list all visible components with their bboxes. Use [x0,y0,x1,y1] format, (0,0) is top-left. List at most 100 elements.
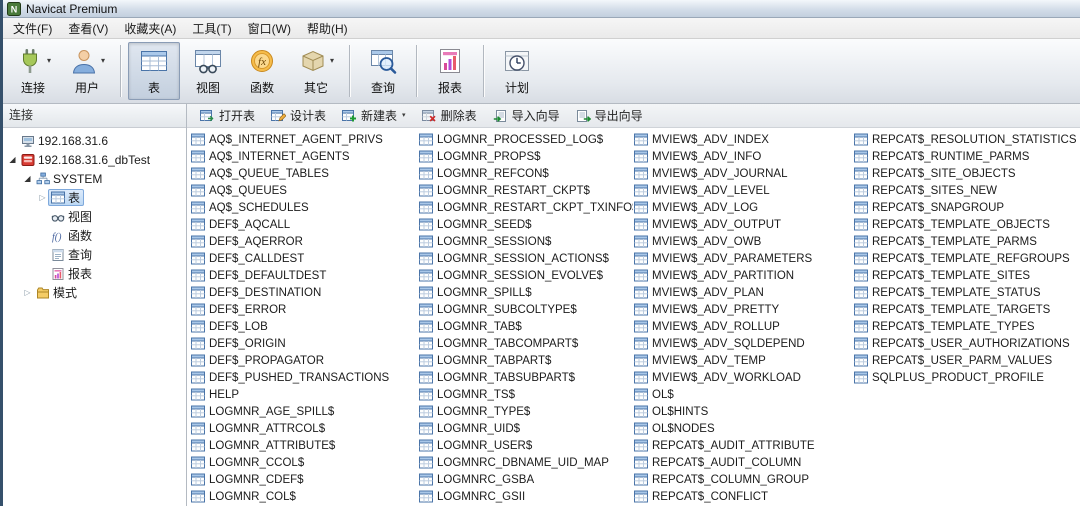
menu-item-view[interactable]: 查看(V) [60,18,116,39]
table-list-item[interactable]: MVIEW$_ADV_TEMP [633,352,853,369]
table-list-item[interactable]: LOGMNR_USER$ [418,437,633,454]
table-toolbar-button-open-table[interactable]: 打开表 [193,105,262,126]
tree-item-reports[interactable]: 报表 [3,264,186,283]
tree-item-tables[interactable]: ▷ 表 [3,188,186,207]
menu-item-favorites[interactable]: 收藏夹(A) [116,18,184,39]
toolbar-button-table[interactable]: 表 [128,42,180,100]
table-list-item[interactable]: LOGMNR_RESTART_CKPT_TXINFO$ [418,199,633,216]
table-list-item[interactable]: MVIEW$_ADV_PARAMETERS [633,250,853,267]
table-toolbar-button-new-table[interactable]: 新建表 ▾ [335,105,413,126]
table-list-item[interactable]: REPCAT$_COLUMN_GROUP [633,471,853,488]
table-list-item[interactable]: LOGMNR_TS$ [418,386,633,403]
table-list-item[interactable]: DEF$_DEFAULTDEST [190,267,418,284]
table-list-item[interactable]: OL$NODES [633,420,853,437]
table-toolbar-button-design-table[interactable]: 设计表 [264,105,333,126]
tree-item-functions[interactable]: f() 函数 [3,226,186,245]
table-list-item[interactable]: DEF$_ORIGIN [190,335,418,352]
toolbar-button-connection[interactable]: ▾ 连接 [7,42,59,100]
table-list-item[interactable]: REPCAT$_USER_AUTHORIZATIONS [853,335,1079,352]
table-list-item[interactable]: MVIEW$_ADV_INFO [633,148,853,165]
table-list-item[interactable]: REPCAT$_TEMPLATE_TYPES [853,318,1079,335]
table-list-item[interactable]: LOGMNR_SEED$ [418,216,633,233]
table-list-item[interactable]: REPCAT$_SNAPGROUP [853,199,1079,216]
table-list-item[interactable]: LOGMNR_ATTRIBUTE$ [190,437,418,454]
table-list-item[interactable]: SQLPLUS_PRODUCT_PROFILE [853,369,1079,386]
table-list-item[interactable]: OL$ [633,386,853,403]
table-list-item[interactable]: REPCAT$_TEMPLATE_STATUS [853,284,1079,301]
dropdown-arrow-icon[interactable]: ▾ [101,57,105,65]
title-bar[interactable]: N Navicat Premium [3,0,1080,18]
table-list-item[interactable]: LOGMNR_UID$ [418,420,633,437]
dropdown-arrow-icon[interactable]: ▾ [47,57,51,65]
table-list-item[interactable]: DEF$_ERROR [190,301,418,318]
table-list-item[interactable]: LOGMNRC_GSII [418,488,633,505]
table-list-item[interactable]: MVIEW$_ADV_OUTPUT [633,216,853,233]
table-list-item[interactable]: REPCAT$_RESOLUTION_STATISTICS [853,131,1079,148]
toolbar-button-query[interactable]: 查询 [357,42,409,100]
table-list-item[interactable]: MVIEW$_ADV_ROLLUP [633,318,853,335]
table-list-item[interactable]: REPCAT$_SITE_OBJECTS [853,165,1079,182]
table-list-item[interactable]: REPCAT$_TEMPLATE_SITES [853,267,1079,284]
table-list-item[interactable]: AQ$_INTERNET_AGENT_PRIVS [190,131,418,148]
toolbar-button-other[interactable]: ▾ 其它 [290,42,342,100]
table-list-item[interactable]: REPCAT$_CONFLICT [633,488,853,505]
table-list-item[interactable]: DEF$_CALLDEST [190,250,418,267]
table-list-item[interactable]: MVIEW$_ADV_INDEX [633,131,853,148]
table-list-item[interactable]: REPCAT$_USER_PARM_VALUES [853,352,1079,369]
table-toolbar-button-delete-table[interactable]: 删除表 [415,105,484,126]
table-list-item[interactable]: LOGMNR_RESTART_CKPT$ [418,182,633,199]
table-list-item[interactable]: DEF$_DESTINATION [190,284,418,301]
table-list-item[interactable]: LOGMNR_SESSION$ [418,233,633,250]
table-list-item[interactable]: MVIEW$_ADV_WORKLOAD [633,369,853,386]
table-list-item[interactable]: LOGMNR_TABCOMPART$ [418,335,633,352]
table-list-item[interactable]: MVIEW$_ADV_OWB [633,233,853,250]
menu-item-tools[interactable]: 工具(T) [184,18,239,39]
table-list-item[interactable]: MVIEW$_ADV_LEVEL [633,182,853,199]
table-list-item[interactable]: LOGMNR_COL$ [190,488,418,505]
tree-expander-icon[interactable]: ◢ [22,174,33,183]
table-list-item[interactable]: MVIEW$_ADV_SQLDEPEND [633,335,853,352]
tree-expander-icon[interactable]: ▷ [37,193,48,202]
dropdown-arrow-icon[interactable]: ▾ [402,112,406,119]
table-list-item[interactable]: AQ$_INTERNET_AGENTS [190,148,418,165]
table-list-item[interactable]: REPCAT$_AUDIT_COLUMN [633,454,853,471]
table-list-item[interactable]: REPCAT$_TEMPLATE_REFGROUPS [853,250,1079,267]
tree-expander-icon[interactable]: ◢ [7,155,18,164]
table-list-item[interactable]: LOGMNR_CDEF$ [190,471,418,488]
table-list-item[interactable]: AQ$_QUEUES [190,182,418,199]
tree-item-connection-192-168-31-6-dbtest[interactable]: ◢ 192.168.31.6_dbTest [3,150,186,169]
table-list-item[interactable]: AQ$_QUEUE_TABLES [190,165,418,182]
table-list-item[interactable]: REPCAT$_AUDIT_ATTRIBUTE [633,437,853,454]
table-list-item[interactable]: LOGMNR_TABPART$ [418,352,633,369]
table-list-item[interactable]: LOGMNR_PROPS$ [418,148,633,165]
table-list-item[interactable]: REPCAT$_TEMPLATE_OBJECTS [853,216,1079,233]
table-list-item[interactable]: DEF$_PUSHED_TRANSACTIONS [190,369,418,386]
tree-item-connection-192-168-31-6[interactable]: 192.168.31.6 [3,131,186,150]
table-list-item[interactable]: LOGMNR_REFCON$ [418,165,633,182]
table-list-item[interactable]: MVIEW$_ADV_PARTITION [633,267,853,284]
table-list-item[interactable]: LOGMNR_TYPE$ [418,403,633,420]
table-list-item[interactable]: MVIEW$_ADV_JOURNAL [633,165,853,182]
table-list-item[interactable]: MVIEW$_ADV_PRETTY [633,301,853,318]
table-list-item[interactable]: REPCAT$_TEMPLATE_TARGETS [853,301,1079,318]
table-list-item[interactable]: MVIEW$_ADV_PLAN [633,284,853,301]
tree-item-schema-system[interactable]: ◢ SYSTEM [3,169,186,188]
table-list-item[interactable]: REPCAT$_RUNTIME_PARMS [853,148,1079,165]
tree-item-views[interactable]: 视图 [3,207,186,226]
table-list-item[interactable]: LOGMNR_TAB$ [418,318,633,335]
table-list-item[interactable]: LOGMNR_SUBCOLTYPE$ [418,301,633,318]
table-list-item[interactable]: MVIEW$_ADV_LOG [633,199,853,216]
menu-item-file[interactable]: 文件(F) [5,18,60,39]
table-list-item[interactable]: LOGMNR_AGE_SPILL$ [190,403,418,420]
table-list-item[interactable]: LOGMNR_SESSION_ACTIONS$ [418,250,633,267]
toolbar-button-schedule[interactable]: 计划 [491,42,543,100]
table-list-item[interactable]: DEF$_AQERROR [190,233,418,250]
table-list-item[interactable]: HELP [190,386,418,403]
toolbar-button-view[interactable]: 视图 [182,42,234,100]
table-list-item[interactable]: LOGMNR_CCOL$ [190,454,418,471]
table-list-item[interactable]: LOGMNR_TABSUBPART$ [418,369,633,386]
table-list-item[interactable]: AQ$_SCHEDULES [190,199,418,216]
toolbar-button-user[interactable]: ▾ 用户 [61,42,113,100]
table-list-item[interactable]: DEF$_AQCALL [190,216,418,233]
table-list-item[interactable]: OL$HINTS [633,403,853,420]
